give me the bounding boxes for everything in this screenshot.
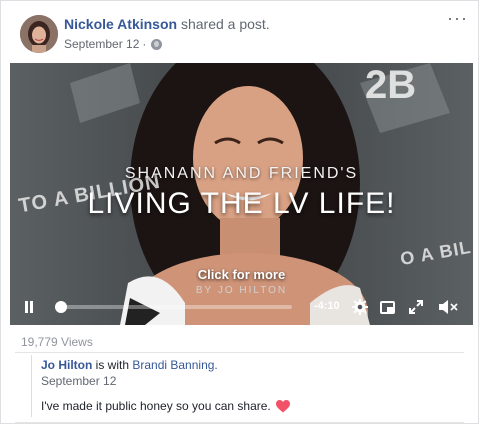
mute-icon[interactable]: [438, 299, 458, 315]
video-controls: -4:10: [10, 289, 473, 325]
meta-separator: ·: [142, 37, 147, 51]
time-remaining: -4:10: [314, 300, 340, 312]
pause-icon[interactable]: [24, 301, 34, 313]
heart-icon: [275, 399, 290, 412]
progress-handle[interactable]: [54, 301, 67, 313]
shared-post-header: Jo Hilton is with Brandi Banning.: [41, 358, 218, 372]
is-with-text: is with: [95, 358, 130, 372]
post-meta: September 12 ·: [64, 37, 163, 51]
video-player[interactable]: TO A BILLION 2B O A BIL SHANANN AND FRIE…: [10, 63, 473, 325]
feed-post: Nickole Atkinson shared a post. Septembe…: [0, 0, 479, 424]
post-date[interactable]: September 12: [64, 37, 139, 51]
shared-post-quote-bar: [31, 355, 32, 417]
divider: [15, 352, 464, 353]
fullscreen-icon[interactable]: [409, 300, 423, 314]
more-options-icon[interactable]: ···: [447, 9, 467, 27]
video-overlay-title: LIVING THE LV LIFE!: [87, 187, 396, 220]
tagged-friend-name[interactable]: Brandi Banning.: [132, 358, 217, 372]
shared-post-text: I've made it public honey so you can sha…: [41, 399, 271, 413]
video-progress-bar[interactable]: [54, 301, 292, 313]
post-header: Nickole Atkinson shared a post.: [64, 16, 270, 32]
shared-post-date[interactable]: September 12: [41, 374, 116, 388]
view-count: 19,779 Views: [21, 335, 93, 349]
shared-author-name[interactable]: Jo Hilton: [41, 358, 92, 372]
post-action-text: shared a post.: [180, 16, 270, 32]
globe-icon[interactable]: [151, 38, 163, 50]
background-logo-text: 2B: [365, 63, 417, 107]
divider: [15, 422, 464, 423]
gear-icon[interactable]: [352, 299, 368, 315]
picture-in-picture-icon[interactable]: [380, 301, 395, 314]
shared-post-text-row: I've made it public honey so you can sha…: [41, 399, 290, 413]
video-overlay-subtitle: SHANANN AND FRIEND'S: [124, 165, 359, 182]
author-avatar[interactable]: [20, 15, 58, 53]
avatar-image: [20, 15, 58, 53]
author-name[interactable]: Nickole Atkinson: [64, 16, 177, 32]
click-for-more-link[interactable]: Click for more: [10, 267, 473, 282]
